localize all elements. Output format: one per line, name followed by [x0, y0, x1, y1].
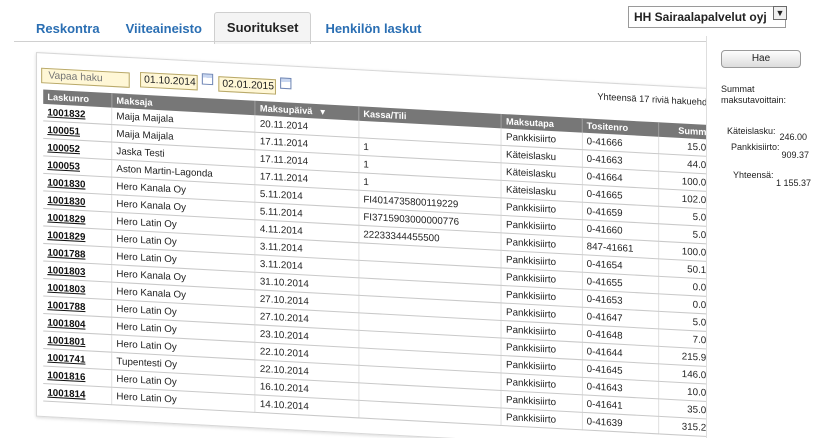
date-to-field[interactable]: 02.01.2015 — [218, 76, 276, 95]
tab-bar: Reskontra Viiteaineisto Suoritukset Henkilö… — [22, 12, 434, 44]
totals-heading: Summat maksutavoittain: — [721, 84, 787, 105]
search-button[interactable]: Hae — [721, 50, 801, 68]
column-header-label: Maksaja — [116, 95, 153, 108]
column-header-label: Laskunro — [47, 91, 90, 105]
calendar-icon[interactable] — [201, 73, 214, 86]
tab-0[interactable]: Reskontra — [22, 14, 112, 44]
sort-desc-icon[interactable]: ▼ — [319, 107, 327, 117]
date-from-field[interactable]: 01.10.2014 — [140, 71, 198, 91]
tab-1[interactable]: Viiteaineisto — [112, 14, 214, 44]
company-select-value: HH Sairaalapalvelut oyj — [634, 10, 767, 24]
column-header-label: Kassa/Tili — [363, 108, 407, 122]
total-value-cash: 246.00 — [779, 132, 807, 142]
app-window: Reskontra Viiteaineisto Suoritukset Henkilö… — [0, 0, 834, 438]
column-header-label: Maksutapa — [506, 116, 554, 130]
column-header-label: Maksupäivä — [259, 103, 313, 117]
tab-3[interactable]: Henkilön laskut — [311, 14, 433, 44]
results-panel-wrapper: 01.10.2014 02.01.2015 Yhteensä 17 riviä … — [36, 52, 728, 438]
chevron-down-icon[interactable]: ▼ — [773, 6, 787, 20]
column-header-label: Tositenro — [586, 120, 629, 134]
company-select[interactable]: HH Sairaalapalvelut oyj — [628, 6, 786, 28]
table-cell: 0-41639 — [582, 412, 659, 434]
result-count-text: Yhteensä 17 riviä hakuehdoilla — [597, 91, 724, 109]
total-value-sum: 1 155.37 — [775, 178, 811, 188]
payments-table: Laskunro Maksaja Maksupäivä ▼ Kassa/Tili Maks… — [43, 89, 717, 437]
tab-2[interactable]: Suoritukset — [213, 12, 312, 44]
table-cell: Pankkisiirto — [501, 407, 583, 430]
total-value-transfer: 909.37 — [781, 150, 809, 160]
calendar-icon[interactable] — [280, 77, 292, 90]
side-panel: Hae Summat maksutavoittain: Käteislasku:… — [706, 36, 834, 438]
search-input[interactable] — [41, 67, 130, 88]
invoice-link[interactable]: 1001814 — [43, 383, 112, 405]
results-panel: 01.10.2014 02.01.2015 Yhteensä 17 riviä … — [36, 52, 725, 438]
